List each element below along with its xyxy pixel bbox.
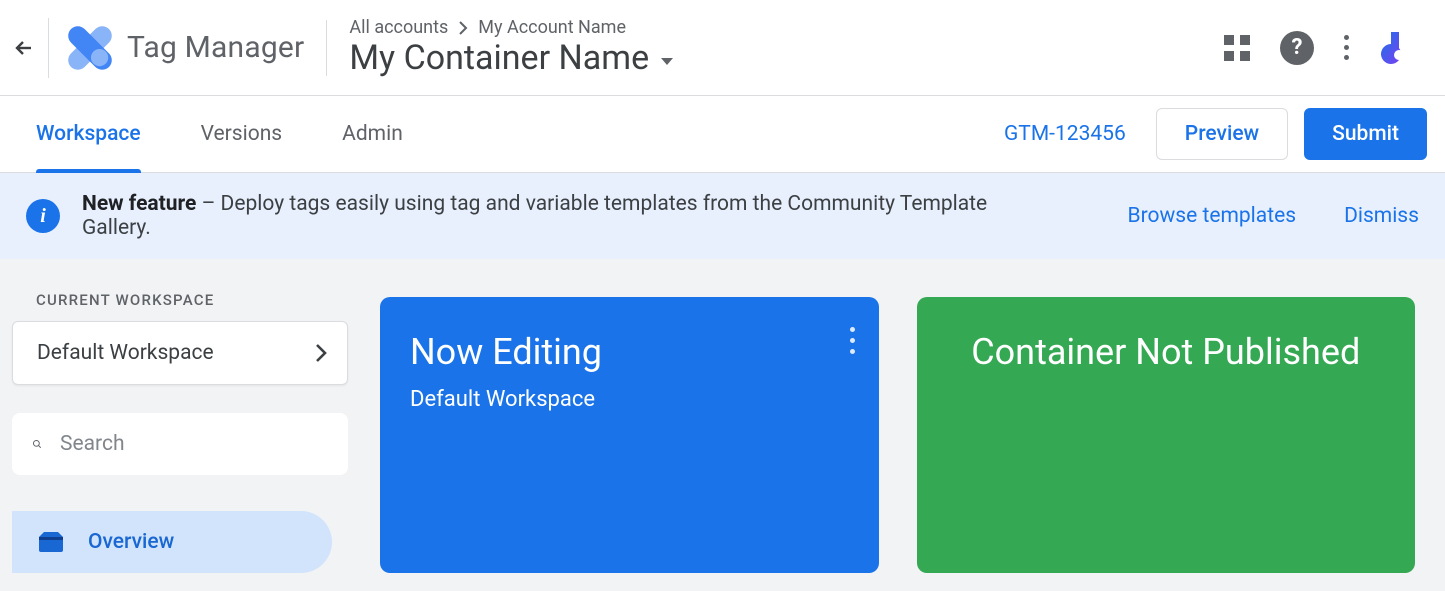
card-overflow-menu[interactable]	[850, 327, 855, 354]
breadcrumb[interactable]: All accounts My Account Name	[349, 17, 673, 39]
apps-button[interactable]	[1224, 35, 1250, 61]
sidebar-section-label: CURRENT WORKSPACE	[36, 291, 348, 309]
banner-body: – Deploy tags easily using tag and varia…	[82, 192, 987, 240]
preview-button[interactable]: Preview	[1156, 108, 1288, 160]
apps-grid-icon	[1224, 35, 1250, 61]
chevron-right-icon	[458, 21, 468, 35]
help-icon: ?	[1280, 31, 1314, 65]
workspace-name: Default Workspace	[37, 341, 214, 365]
search-input[interactable]	[60, 432, 328, 456]
card-title: Now Editing	[410, 331, 849, 373]
submit-button[interactable]: Submit	[1304, 108, 1427, 160]
tab-workspace[interactable]: Workspace	[36, 96, 141, 172]
chevron-right-icon	[315, 343, 327, 363]
banner-text: New feature – Deploy tags easily using t…	[82, 192, 1058, 240]
search-icon	[32, 432, 42, 456]
more-vertical-icon	[850, 327, 855, 332]
now-editing-card: Now Editing Default Workspace	[380, 297, 879, 573]
container-id-link[interactable]: GTM-123456	[1004, 122, 1126, 146]
sidebar-item-label: Overview	[88, 530, 174, 554]
divider	[48, 18, 49, 78]
app-brand[interactable]: Tag Manager	[63, 25, 304, 71]
search-box[interactable]	[12, 413, 348, 475]
breadcrumb-account: My Account Name	[478, 17, 626, 39]
app-title: Tag Manager	[127, 30, 304, 65]
tab-versions[interactable]: Versions	[201, 96, 283, 172]
caret-down-icon	[661, 58, 673, 65]
back-button[interactable]	[0, 0, 48, 96]
browse-templates-link[interactable]: Browse templates	[1128, 204, 1297, 228]
overflow-menu-button[interactable]	[1344, 35, 1349, 60]
help-button[interactable]: ?	[1280, 31, 1314, 65]
arrow-left-icon	[12, 36, 36, 60]
sidebar-item-overview[interactable]: Overview	[12, 511, 332, 573]
gtm-logo-icon	[67, 25, 113, 71]
divider	[326, 20, 327, 76]
banner-bold: New feature	[82, 192, 196, 216]
container-selector[interactable]: My Container Name	[349, 38, 673, 78]
account-brand-button[interactable]	[1379, 28, 1419, 68]
more-vertical-icon	[1344, 35, 1349, 60]
brand-b-icon	[1379, 28, 1419, 68]
container-name: My Container Name	[349, 38, 649, 78]
info-icon: i	[26, 199, 60, 233]
breadcrumb-root: All accounts	[349, 17, 448, 39]
dismiss-banner-link[interactable]: Dismiss	[1344, 204, 1419, 228]
info-banner: i New feature – Deploy tags easily using…	[0, 173, 1445, 259]
card-title: Container Not Published	[947, 331, 1386, 373]
card-subtitle: Default Workspace	[410, 387, 849, 412]
workspace-selector[interactable]: Default Workspace	[12, 321, 348, 385]
overview-icon	[38, 531, 64, 553]
tab-admin[interactable]: Admin	[342, 96, 403, 172]
publish-status-card: Container Not Published	[917, 297, 1416, 573]
